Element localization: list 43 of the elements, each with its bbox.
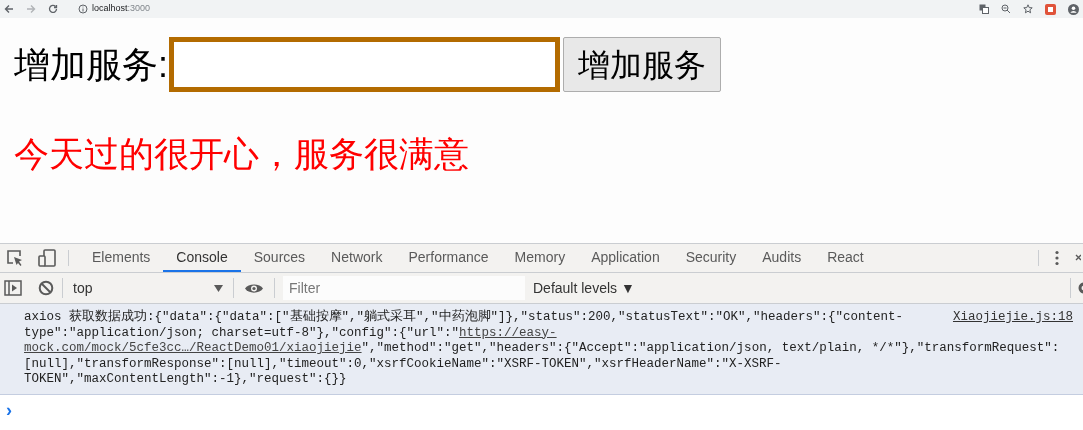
inspect-icon[interactable]: [6, 249, 24, 267]
source-link[interactable]: Xiaojiejie.js:18: [952, 310, 1073, 326]
input-field[interactable]: [169, 37, 560, 92]
log-line: axios 获取数据成功:{"data":{"data":["基础按摩","躺式采耳","中药泡脚"]},"status":200,"statusText":"OK","headers":{"content-: [24, 310, 904, 326]
reload-icon[interactable]: [48, 4, 58, 14]
sidebar-toggle-icon[interactable]: [4, 280, 22, 296]
log-line: TOKEN","maxContentLength":-1},"request":{}}: [24, 372, 347, 388]
devtools-tab[interactable]: Console: [163, 244, 241, 272]
devtools-tab[interactable]: Security: [672, 244, 750, 272]
devtools-tab[interactable]: Elements: [79, 244, 164, 272]
log-line: type":"application/json; charset=utf-8"},"config":{"url":"https://easy-: [24, 325, 557, 342]
zoom-icon[interactable]: [1001, 4, 1011, 14]
filter-field[interactable]: Filter: [283, 276, 525, 300]
add-service-button[interactable]: 增加服务: [563, 37, 721, 92]
devtools-tab[interactable]: Memory: [501, 244, 579, 272]
profile-icon[interactable]: [1068, 3, 1079, 15]
console-prompt[interactable]: ›: [6, 399, 12, 420]
clear-icon[interactable]: [38, 280, 54, 296]
devtools-tab[interactable]: React: [814, 244, 877, 272]
star-icon[interactable]: [1023, 4, 1033, 14]
info-icon[interactable]: [78, 4, 88, 14]
device-toolbar-icon[interactable]: [38, 249, 56, 267]
devtools-tab[interactable]: Sources: [240, 244, 319, 272]
devtools-tab[interactable]: Application: [578, 244, 673, 272]
devtools-tab[interactable]: Audits: [749, 244, 815, 272]
list-item: 今天过的很开心，服务很满意: [14, 136, 469, 171]
field-label: 增加服务:: [14, 46, 168, 83]
log-line: [null],"transformResponse":[null],"timeout":0,"xsrfCookieName":"XSRF-TOKEN","xsrfHeaderName":"X-XSRF-: [24, 356, 782, 373]
devtools-tab[interactable]: Network: [318, 244, 396, 272]
translate-icon[interactable]: [979, 4, 989, 14]
eye-icon[interactable]: [244, 281, 264, 295]
url-link[interactable]: mock.com/mock/5cfe3cc…/ReactDemo01/xiaojiejie: [24, 341, 362, 356]
context-select[interactable]: top: [63, 277, 233, 299]
url-text[interactable]: localhost:3000: [92, 2, 151, 16]
more-icon[interactable]: [1055, 250, 1059, 266]
close-icon[interactable]: [1075, 253, 1081, 263]
back-icon[interactable]: [4, 4, 14, 14]
levels-dropdown[interactable]: Default levels ▼: [533, 277, 635, 299]
devtools-tab[interactable]: Performance: [395, 244, 502, 272]
extension-icon[interactable]: [1045, 3, 1056, 15]
log-line: mock.com/mock/5cfe3cc…/ReactDemo01/xiaojiejie","method":"get","headers":{"Accept":"application/json, text/plain, */*"},"transformRequest":: [24, 341, 1060, 357]
caret-icon[interactable]: [214, 284, 223, 292]
url-link[interactable]: https://easy-: [459, 325, 557, 340]
